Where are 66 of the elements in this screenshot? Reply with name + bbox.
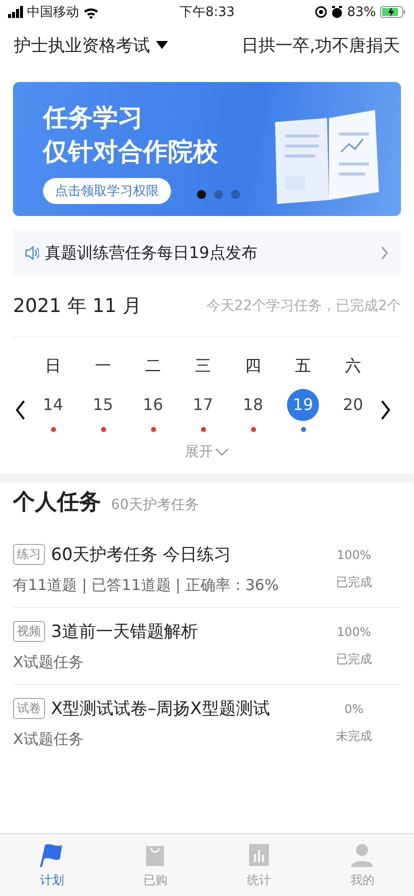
task-summary: 今天22个学习任务，已完成2个 (206, 297, 401, 315)
claim-access-button[interactable]: 点击领取学习权限 (43, 178, 171, 204)
carousel-dot[interactable] (231, 190, 240, 199)
completion-percent: 0% (344, 702, 364, 716)
calendar-date[interactable]: 17 (187, 388, 219, 420)
task-detail: 有11道题 | 已答11道题 | 正确率：36% (13, 576, 280, 595)
alarm-icon (331, 6, 344, 18)
section-title: 个人任务 (13, 489, 101, 517)
calendar-date[interactable]: 19 (287, 388, 319, 420)
banner-title: 仅针对合作院校 (43, 136, 218, 168)
calendar-date[interactable]: 20 (337, 388, 369, 420)
chevron-right-icon (380, 400, 391, 420)
month-label: 2021 年 11 月 (13, 294, 142, 319)
task-item[interactable]: 试卷 X型测试试卷–周扬X型题测试 X试题任务 0% 未完成 (13, 685, 401, 761)
person-icon (350, 842, 374, 868)
calendar-date[interactable]: 16 (137, 388, 169, 420)
task-title: 3道前一天错题解析 (51, 621, 198, 643)
carrier-name: 中国移动 (27, 4, 79, 21)
calendar-date[interactable]: 18 (237, 388, 269, 420)
weekday-label: 六 (344, 355, 362, 377)
carousel-dot[interactable] (214, 190, 223, 199)
chevron-right-icon (381, 246, 389, 260)
chevron-down-icon (215, 448, 229, 456)
motto-text: 日拱一卒,功不唐捐天 (242, 34, 400, 56)
completion-percent: 100% (336, 548, 372, 562)
weekday-label: 一 (94, 355, 112, 377)
status-time: 下午8:33 (179, 4, 235, 21)
task-item[interactable]: 练习 60天护考任务 今日练习 有11道题 | 已答11道题 | 正确率：36% 100% 已完成 (13, 531, 401, 608)
task-title: X型测试试卷–周扬X型题测试 (51, 698, 270, 720)
signal-icon (8, 6, 23, 18)
completion-status: 未完成 (336, 728, 372, 744)
next-week-button[interactable] (380, 400, 391, 420)
tab-item[interactable]: 计划 (0, 834, 104, 896)
weekday-label: 四 (244, 355, 262, 377)
speaker-icon (25, 245, 39, 261)
completion-status: 已完成 (336, 650, 372, 668)
task-type-tag: 视频 (13, 621, 45, 642)
wifi-icon (83, 6, 99, 18)
exam-selector[interactable]: 护士执业资格考试 (14, 34, 168, 56)
task-item[interactable]: 视频 3道前一天错题解析 X试题任务 100% 已完成 (13, 608, 401, 685)
bar-chart-icon (246, 842, 271, 868)
task-type-tag: 试卷 (13, 698, 45, 719)
battery-percent: 83% (347, 4, 376, 20)
weekday-label: 日 (44, 355, 62, 377)
task-detail: X试题任务 (13, 730, 84, 749)
completion-percent: 100% (336, 624, 372, 638)
notice-bar[interactable]: 真题训练营任务每日19点发布 (13, 230, 401, 276)
flag-icon (40, 842, 64, 868)
task-title: 60天护考任务 今日练习 (51, 544, 232, 566)
calendar-date[interactable]: 14 (37, 388, 69, 420)
banner-title: 任务学习 (43, 102, 144, 134)
weekday-label: 三 (194, 355, 212, 377)
calendar-date[interactable]: 15 (87, 388, 119, 420)
dropdown-caret-icon (156, 41, 168, 49)
task-type-tag: 练习 (13, 544, 45, 565)
lock-rotation-icon (315, 6, 328, 18)
weekday-label: 五 (294, 355, 312, 377)
previous-week-button[interactable] (15, 400, 26, 420)
carousel-dot[interactable] (197, 190, 206, 199)
battery-icon (380, 6, 406, 18)
notice-text: 真题训练营任务每日19点发布 (45, 242, 258, 264)
section-subtitle: 60天护考任务 (111, 496, 199, 514)
task-detail: X试题任务 (13, 653, 84, 672)
completion-status: 已完成 (336, 574, 372, 590)
weekday-label: 二 (144, 355, 162, 377)
chevron-left-icon (15, 400, 26, 420)
